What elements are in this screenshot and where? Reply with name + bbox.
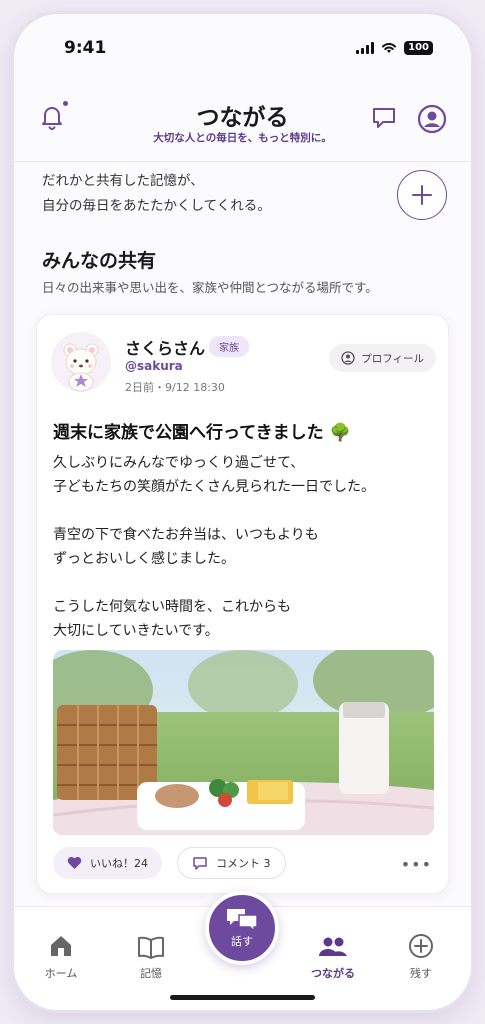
- tab-memory-label: 記憶: [140, 967, 162, 980]
- like-label: いいね！24: [90, 857, 148, 870]
- user-icon[interactable]: [417, 104, 447, 134]
- author-name[interactable]: さくらさん: [125, 335, 205, 359]
- tab-memory[interactable]: 記憶: [116, 931, 186, 981]
- like-button[interactable]: いいね！24: [53, 847, 162, 879]
- post-card[interactable]: さくらさん 家族 @sakura 2日前・9/12 18:30 プロフィール 週…: [36, 314, 449, 894]
- page-title: つながる: [196, 105, 289, 131]
- intro-text: だれかと共有した記憶が、 自分の毎日をあたたかくしてくれる。: [42, 169, 271, 219]
- post-title: 週末に家族で公園へ行ってきました 🌳: [53, 423, 351, 443]
- comment-label: コメント 3: [216, 857, 271, 870]
- header-divider: [14, 161, 471, 162]
- app-header: つながる 大切な人との毎日を、もっと特別に。: [14, 84, 471, 154]
- plus-circle-icon: [409, 934, 433, 958]
- tab-leave-label: 残す: [410, 967, 432, 980]
- post-date: 2日前・9/12 18:30: [125, 381, 225, 394]
- tab-home-label: ホーム: [44, 967, 78, 980]
- wifi-icon: [382, 43, 397, 53]
- status-bar: 9:41 100: [14, 14, 471, 74]
- home-icon: [51, 936, 71, 956]
- speech-bubbles-icon: [227, 909, 258, 933]
- section-subtitle: 日々の出来事や思い出を、家族や仲間とつながる場所です。: [42, 280, 378, 295]
- heart-icon: [67, 856, 82, 869]
- post-actions: いいね！24 コメント 3 •••: [53, 847, 434, 881]
- page-subtitle: 大切な人との毎日を、もっと特別に。: [153, 132, 332, 144]
- bear-avatar-icon: [63, 343, 99, 392]
- picnic-photo: [53, 650, 434, 835]
- post-photo[interactable]: [53, 650, 434, 835]
- user-circle-icon: [341, 351, 355, 365]
- comment-button[interactable]: コメント 3: [177, 847, 286, 879]
- plus-icon: [412, 185, 432, 205]
- more-icon[interactable]: •••: [401, 855, 432, 874]
- post-body: 久しぶりにみんなでゆっくり過ごせて、 子どもたちの笑顔がたくさん見られた一日でし…: [53, 451, 433, 667]
- profile-button[interactable]: プロフィール: [329, 344, 436, 372]
- comment-icon: [193, 856, 207, 870]
- tab-leave[interactable]: 残す: [386, 931, 456, 981]
- post-paragraph: こうした何気ない時間を、これからも 大切にしていきたいです。: [53, 599, 291, 639]
- chat-icon[interactable]: [371, 106, 397, 130]
- phone-screen: 9:41 100 つながる 大切な人との毎日を、もっと特別に。 だれかと共有した…: [14, 14, 471, 1010]
- status-icons: 100: [356, 41, 433, 55]
- post-paragraph: 久しぶりにみんなでゆっくり過ごせて、 子どもたちの笑顔がたくさん見られた一日でし…: [53, 455, 375, 495]
- talk-button-label: 話す: [231, 935, 253, 948]
- talk-button[interactable]: 話す: [205, 891, 279, 965]
- post-paragraph: 青空の下で食べたお弁当は、いつもよりも ずっとおいしく感じました。: [53, 527, 319, 567]
- tab-connect-label: つながる: [311, 967, 355, 980]
- signal-icon: [356, 42, 375, 54]
- status-time: 9:41: [64, 38, 107, 58]
- tab-bar: ホーム 記憶 話す つながる 残す: [14, 891, 471, 1010]
- avatar[interactable]: [51, 332, 111, 392]
- tab-connect[interactable]: つながる: [298, 931, 368, 981]
- add-button[interactable]: [397, 170, 447, 220]
- section-title: みんなの共有: [42, 250, 157, 272]
- intro-line-1: だれかと共有した記憶が、: [42, 173, 204, 189]
- intro-line-2: 自分の毎日をあたたかくしてくれる。: [42, 198, 271, 214]
- book-icon: [138, 936, 164, 959]
- home-indicator: [170, 995, 315, 1000]
- author-handle[interactable]: @sakura: [125, 359, 183, 373]
- people-icon: [319, 937, 347, 956]
- relation-badge: 家族: [209, 336, 249, 357]
- profile-button-label: プロフィール: [361, 352, 424, 365]
- tab-home[interactable]: ホーム: [26, 931, 96, 981]
- battery-icon: 100: [404, 41, 433, 55]
